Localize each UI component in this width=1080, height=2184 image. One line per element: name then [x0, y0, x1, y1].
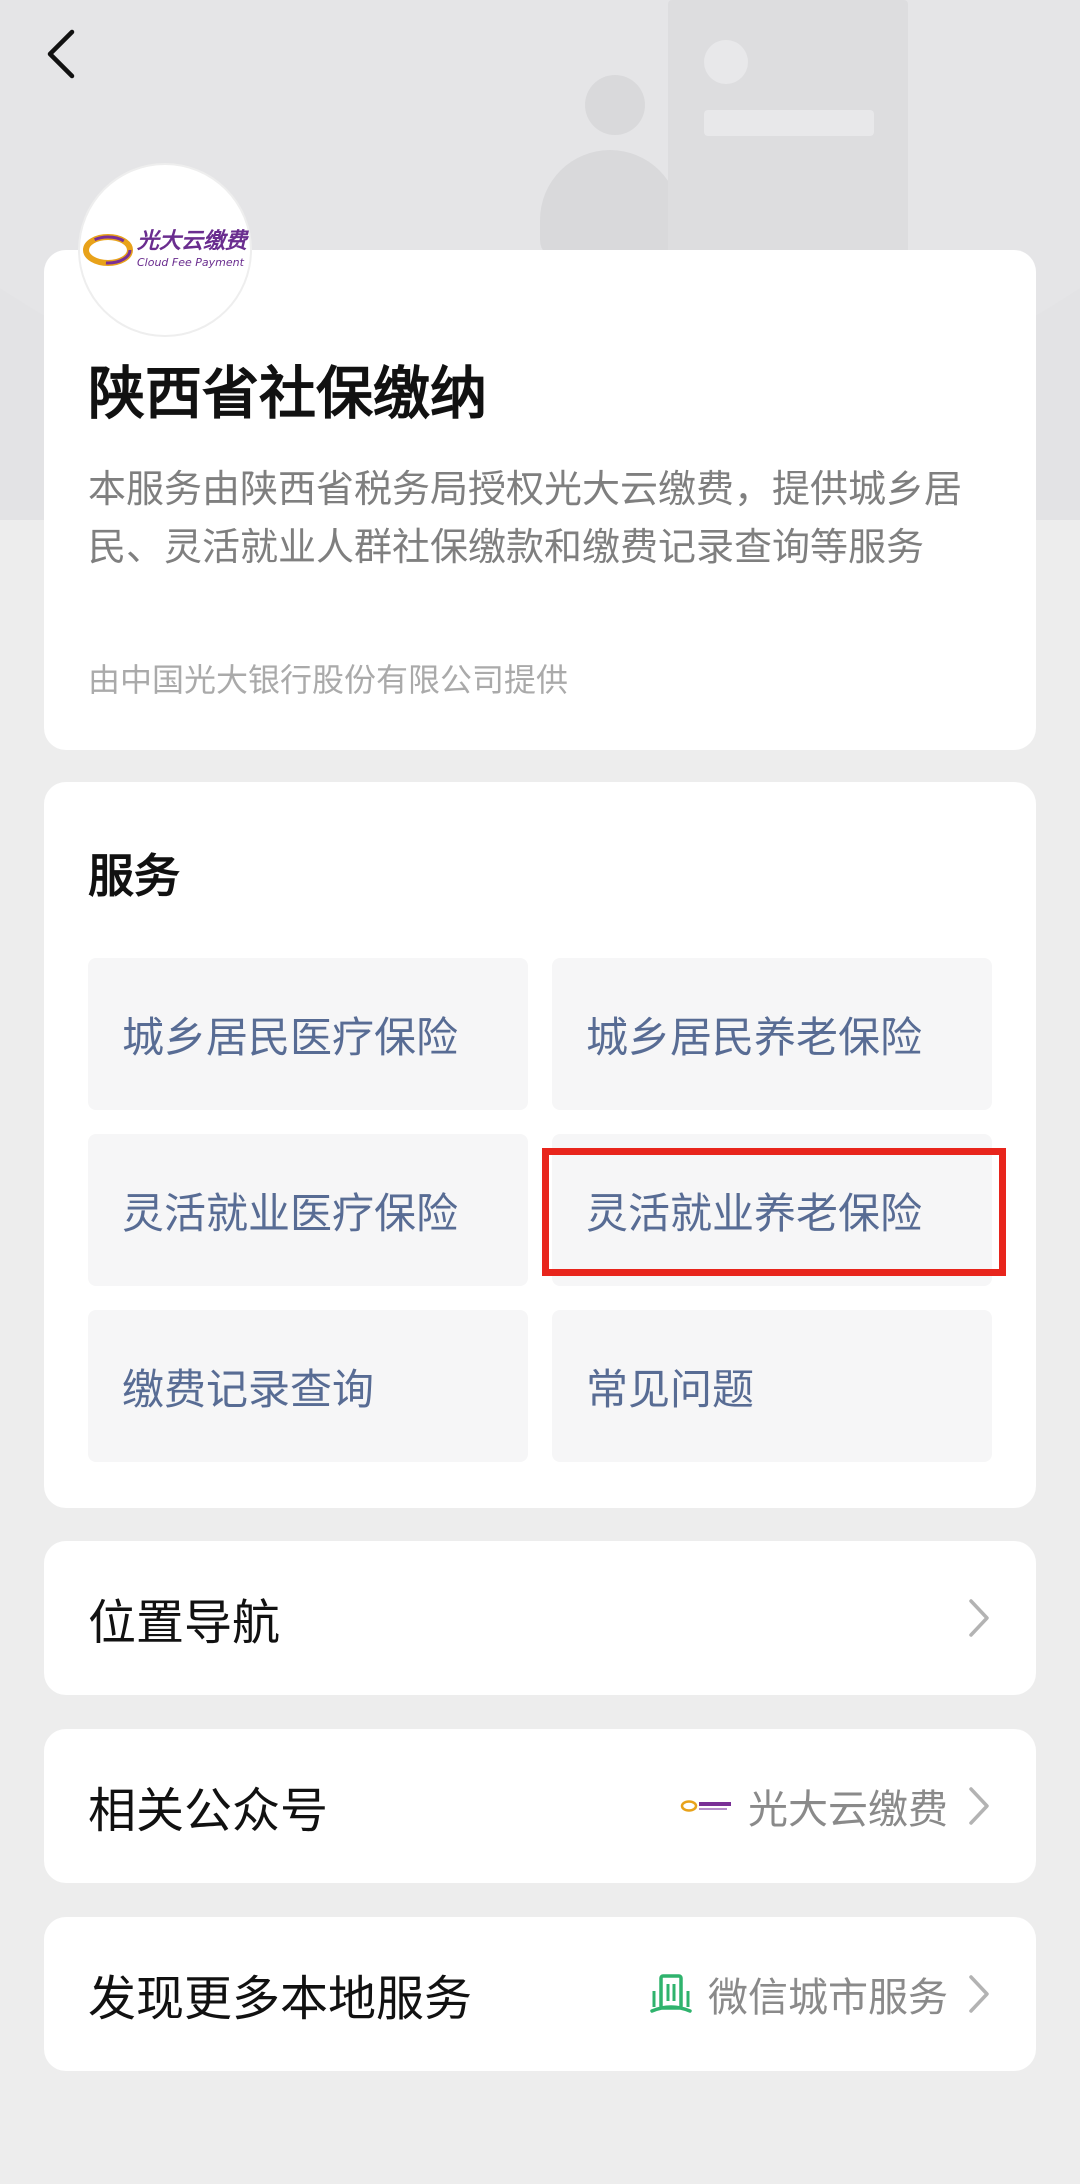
cloud-logo-icon — [82, 234, 133, 266]
document-illustration-icon — [668, 0, 908, 265]
logo-content: 光大云缴费 Cloud Fee Payment — [82, 229, 247, 270]
services-card: 服务 城乡居民医疗保险 城乡居民养老保险 灵活就业医疗保险 灵活就业养老保险 缴… — [44, 782, 1036, 1508]
chevron-right-icon — [969, 1787, 989, 1825]
chevron-left-icon — [47, 29, 75, 79]
more-local-services-row[interactable]: 发现更多本地服务 微信城市服务 — [44, 1917, 1036, 2071]
service-payment-record-query[interactable]: 缴费记录查询 — [88, 1310, 528, 1462]
document-illustration-dot — [704, 40, 748, 84]
more-local-services-label: 发现更多本地服务 — [88, 1971, 473, 2027]
service-flexible-pension-insurance[interactable]: 灵活就业养老保险 — [542, 1134, 1006, 1286]
chevron-right-icon — [969, 1975, 989, 2013]
service-urban-rural-medical-insurance[interactable]: 城乡居民医疗保险 — [88, 958, 528, 1110]
location-navigation-label: 位置导航 — [88, 1595, 281, 1651]
logo-text-en: Cloud Fee Payment — [136, 256, 244, 269]
related-official-account-right: 光大云缴费 — [680, 1777, 992, 1835]
services-grid: 城乡居民医疗保险 城乡居民养老保险 灵活就业医疗保险 灵活就业养老保险 缴费记录… — [88, 958, 1006, 1462]
provider-text: 由中国光大银行股份有限公司提供 — [88, 661, 569, 699]
logo-text-group: 光大云缴费 Cloud Fee Payment — [136, 229, 247, 270]
service-urban-rural-pension-insurance[interactable]: 城乡居民养老保险 — [552, 958, 992, 1110]
account-logo-icon — [680, 1796, 734, 1816]
back-button[interactable] — [42, 28, 82, 80]
city-services-name: 微信城市服务 — [708, 1975, 948, 2021]
service-faq[interactable]: 常见问题 — [552, 1310, 992, 1462]
service-flexible-medical-insurance[interactable]: 灵活就业医疗保险 — [88, 1134, 528, 1286]
location-navigation-row[interactable]: 位置导航 — [44, 1541, 1036, 1695]
official-account-name: 光大云缴费 — [748, 1787, 948, 1833]
chevron-right-icon — [969, 1599, 989, 1637]
city-building-icon — [650, 1974, 692, 2013]
logo-text-cn: 光大云缴费 — [136, 229, 247, 254]
service-logo: 光大云缴费 Cloud Fee Payment — [80, 165, 250, 335]
person-illustration-icon — [585, 75, 645, 135]
related-official-account-row[interactable]: 相关公众号 光大云缴费 — [44, 1729, 1036, 1883]
related-official-account-label: 相关公众号 — [88, 1783, 329, 1839]
more-local-services-right: 微信城市服务 — [648, 1965, 992, 2023]
document-illustration-line — [704, 110, 874, 136]
services-section-title: 服务 — [88, 849, 180, 903]
location-navigation-right — [948, 1597, 992, 1639]
service-description: 本服务由陕西省税务局授权光大云缴费，提供城乡居民、灵活就业人群社保缴款和缴费记录… — [88, 467, 963, 569]
page-title: 陕西省社保缴纳 — [88, 361, 487, 427]
service-flexible-pension-label: 灵活就业养老保险 — [586, 1188, 923, 1238]
mini-cloud-logo-icon — [680, 1800, 731, 1812]
